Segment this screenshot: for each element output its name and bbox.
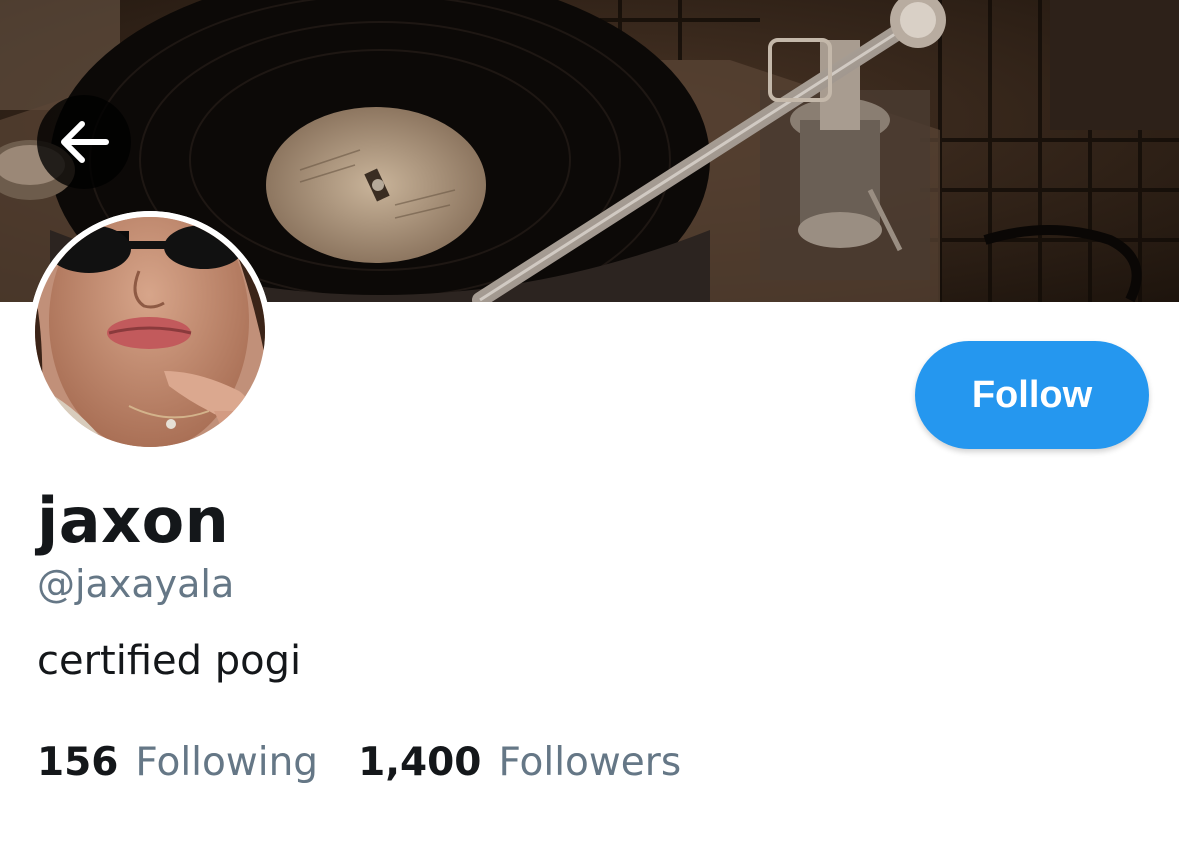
user-handle: @jaxayala [37,562,235,606]
following-count: 156 [37,740,119,785]
profile-bio: certified pogi [37,638,302,684]
followers-stat[interactable]: 1,400 Followers [358,740,681,785]
back-button[interactable] [37,95,131,189]
following-stat[interactable]: 156 Following [37,740,318,785]
followers-label: Followers [498,740,682,785]
followers-count: 1,400 [358,740,482,785]
avatar-image [29,211,271,453]
follow-button[interactable]: Follow [915,341,1149,449]
profile-page: Follow jaxon @jaxayala certified pogi 15… [0,0,1179,842]
following-label: Following [135,740,319,785]
display-name: jaxon [37,484,230,557]
arrow-left-icon [61,121,109,163]
profile-avatar[interactable] [29,211,271,453]
profile-stats: 156 Following 1,400 Followers [37,740,681,785]
